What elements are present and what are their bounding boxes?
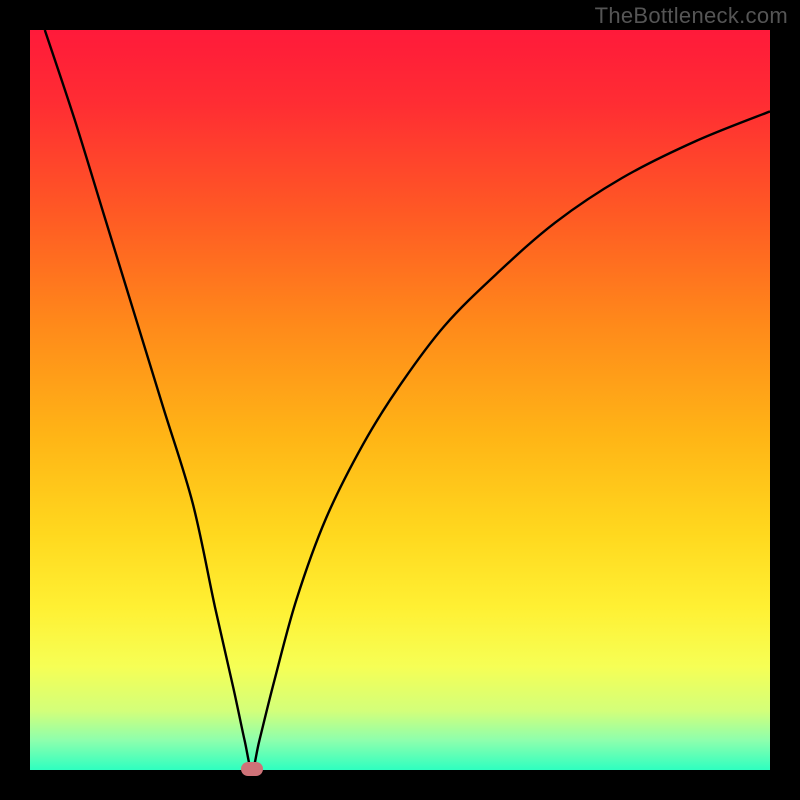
gradient-background bbox=[30, 30, 770, 770]
minimum-marker-icon bbox=[241, 762, 263, 776]
bottleneck-chart bbox=[30, 30, 770, 770]
plot-area bbox=[30, 30, 770, 770]
watermark-text: TheBottleneck.com bbox=[595, 3, 788, 29]
chart-frame: TheBottleneck.com bbox=[0, 0, 800, 800]
